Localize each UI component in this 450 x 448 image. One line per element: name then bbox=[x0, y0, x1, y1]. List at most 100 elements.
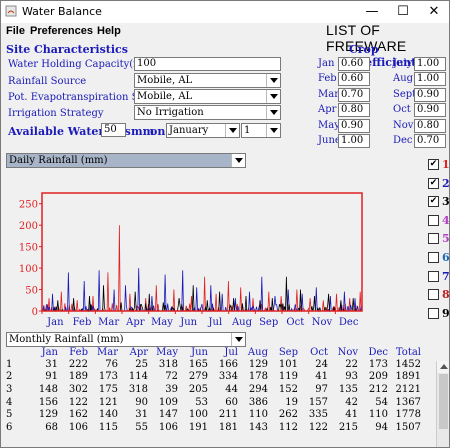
plot-frame bbox=[41, 192, 363, 312]
scroll-up-icon[interactable] bbox=[437, 361, 449, 373]
start-day-select[interactable]: 1 bbox=[241, 123, 281, 138]
crop-coefficient-input[interactable]: 1.00 bbox=[338, 134, 370, 148]
series-checkbox-6[interactable] bbox=[428, 252, 439, 263]
table-cell: 114 bbox=[128, 371, 148, 383]
series-checkbox-2[interactable]: ✔ bbox=[428, 177, 439, 189]
crop-coefficient-input[interactable]: 0.60 bbox=[338, 72, 370, 87]
table-cell: 334 bbox=[218, 371, 238, 383]
app-window: Water Balance — ☐ ✕ File Preferences Hel… bbox=[0, 0, 450, 448]
x-tick-label: Sep bbox=[259, 317, 278, 328]
table-cell: 91 bbox=[45, 371, 58, 383]
column-header: Aug bbox=[247, 347, 268, 358]
x-tick-label: Jun bbox=[179, 317, 197, 328]
table-cell: 110 bbox=[368, 409, 388, 421]
table-cell: 90 bbox=[135, 396, 148, 408]
table-cell: 110 bbox=[248, 409, 268, 421]
table-cell: 129 bbox=[38, 409, 58, 421]
chevron-down-icon[interactable] bbox=[231, 333, 245, 346]
column-header: Jan bbox=[41, 347, 58, 358]
series-checkbox-5[interactable] bbox=[428, 233, 439, 245]
table-cell: 2121 bbox=[395, 383, 421, 395]
irrigation-select[interactable]: No Irrigation bbox=[134, 105, 281, 120]
series-checkbox-4[interactable] bbox=[428, 214, 439, 226]
available-water-input[interactable]: 50 bbox=[101, 123, 126, 137]
crop-coefficient-input[interactable]: 0.90 bbox=[414, 87, 446, 102]
crop-month-label: May bbox=[318, 119, 340, 131]
x-tick-label: Jan bbox=[46, 317, 64, 328]
crop-coefficient-input[interactable]: 0.90 bbox=[414, 103, 446, 118]
table-cell: 1367 bbox=[395, 396, 421, 408]
table-row: 3 148 302 175 318 39 205 44 294 152 97 135 212 2121 bbox=[6, 383, 421, 396]
menu-preferences[interactable]: Preferences bbox=[30, 25, 93, 37]
table-cell: 44 bbox=[225, 383, 238, 395]
table-cell: 212 bbox=[368, 383, 388, 395]
table-cell: 100 bbox=[188, 409, 208, 421]
table-cell: 60 bbox=[225, 396, 238, 408]
crop-coefficient-input[interactable]: 1.00 bbox=[414, 72, 446, 87]
table-cell: 386 bbox=[248, 396, 268, 408]
table-cell: 31 bbox=[45, 358, 58, 370]
table-cell: 24 bbox=[315, 358, 328, 370]
x-tick-label: May bbox=[151, 317, 173, 328]
crop-coefficient-input[interactable]: 0.90 bbox=[338, 118, 370, 133]
series-checkbox-7[interactable] bbox=[428, 270, 439, 282]
table-cell: 41 bbox=[345, 409, 358, 421]
table-cell: 42 bbox=[345, 396, 358, 408]
chevron-down-icon[interactable] bbox=[266, 74, 280, 87]
chart-type-select[interactable]: Daily Rainfall (mm) bbox=[6, 153, 246, 168]
crop-coefficient-input[interactable]: 0.80 bbox=[338, 103, 370, 118]
chevron-down-icon[interactable] bbox=[266, 124, 280, 137]
table-cell: 318 bbox=[158, 358, 178, 370]
pet-source-select[interactable]: Mobile, AL bbox=[134, 89, 281, 104]
crop-coefficient-input[interactable]: 0.70 bbox=[414, 134, 446, 148]
daily-rainfall-chart: 0 50 100 150 200 250 Jan Feb Mar Apr May Jun Jul Aug S… bbox=[19, 192, 363, 328]
crop-coefficient-input[interactable]: 1.00 bbox=[414, 57, 446, 71]
table-type-select[interactable]: Monthly Rainfall (mm) bbox=[6, 332, 246, 347]
series-number-label: 4 bbox=[442, 213, 450, 227]
table-cell: 140 bbox=[98, 409, 118, 421]
crop-coefficient-input[interactable]: 0.60 bbox=[338, 57, 370, 71]
table-cell: 39 bbox=[165, 383, 178, 395]
table-cell: 122 bbox=[308, 421, 328, 433]
column-header: Oct bbox=[310, 347, 328, 358]
crop-month-label: Nov bbox=[393, 119, 414, 131]
chevron-down-icon[interactable] bbox=[266, 106, 280, 119]
close-button[interactable]: ✕ bbox=[419, 1, 449, 23]
crop-coefficient-input[interactable]: 0.80 bbox=[414, 118, 446, 133]
chevron-down-icon[interactable] bbox=[231, 154, 245, 167]
start-month-value: January bbox=[169, 125, 209, 136]
table-scrollbar[interactable] bbox=[436, 361, 449, 447]
column-header: Sep bbox=[278, 347, 298, 358]
x-tick-label: Mar bbox=[98, 317, 119, 328]
crop-month-label: Feb bbox=[318, 73, 337, 85]
menu-file[interactable]: File bbox=[6, 25, 25, 37]
x-tick-label: Apr bbox=[125, 317, 145, 328]
column-header: Dec bbox=[368, 347, 388, 358]
series-checkbox-9[interactable] bbox=[428, 307, 439, 319]
crop-coefficient-input[interactable]: 0.70 bbox=[338, 87, 370, 102]
table-cell: 106 bbox=[158, 421, 178, 433]
minimize-button[interactable]: — bbox=[357, 1, 387, 23]
table-cell: 318 bbox=[128, 383, 148, 395]
start-month-select[interactable]: January bbox=[166, 123, 240, 138]
table-cell: 166 bbox=[218, 358, 238, 370]
y-tick-label: 250 bbox=[19, 200, 38, 211]
series-checkbox-3[interactable]: ✔ bbox=[428, 196, 439, 208]
maximize-button[interactable]: ☐ bbox=[388, 1, 418, 23]
whc-input[interactable]: 100 bbox=[134, 57, 281, 71]
chevron-down-icon[interactable] bbox=[225, 124, 239, 137]
table-cell: 215 bbox=[338, 421, 358, 433]
series-checkbox-1[interactable]: ✔ bbox=[428, 159, 439, 170]
series-number-label: 9 bbox=[442, 306, 450, 320]
scroll-thumb[interactable] bbox=[439, 374, 448, 429]
crop-month-label: Jan bbox=[318, 58, 335, 69]
table-cell: 106 bbox=[68, 421, 88, 433]
x-tick-label: Dec bbox=[339, 317, 359, 328]
menu-help[interactable]: Help bbox=[97, 25, 121, 37]
crop-month-label: Dec bbox=[393, 135, 413, 146]
rainfall-source-select[interactable]: Mobile, AL bbox=[134, 73, 281, 88]
series-checkbox-8[interactable] bbox=[428, 289, 439, 301]
chevron-down-icon[interactable] bbox=[266, 90, 280, 103]
table-cell: 143 bbox=[248, 421, 268, 433]
table-cell: 262 bbox=[278, 409, 298, 421]
